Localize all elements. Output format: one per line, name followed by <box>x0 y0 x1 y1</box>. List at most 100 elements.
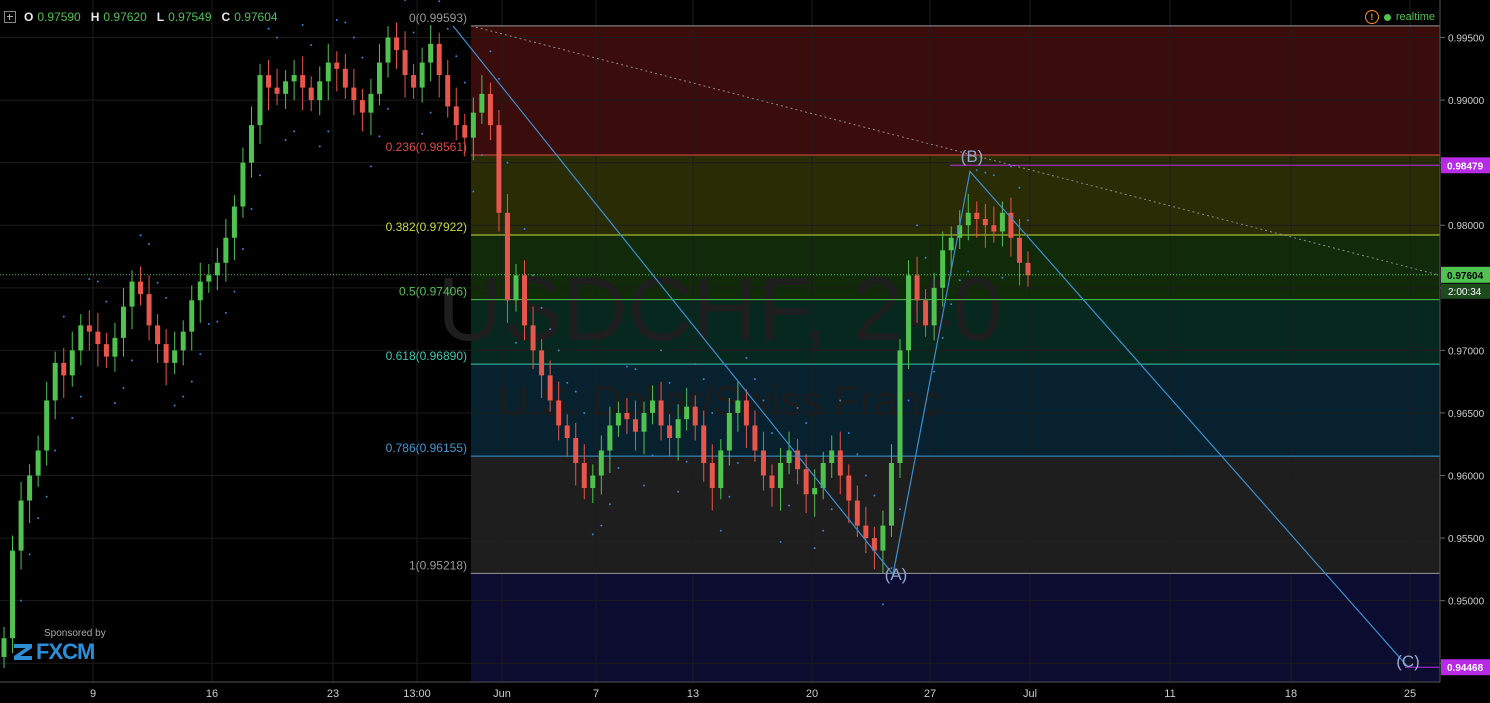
candle-body-119 <box>1016 237 1022 263</box>
status-dot-icon <box>1383 13 1391 21</box>
fib-label-2: 0.382(0.97922) <box>386 220 467 234</box>
candle-body-49 <box>419 62 425 88</box>
candle-body-0 <box>1 638 7 657</box>
sar-dot-64 <box>549 328 552 331</box>
candle-body-9 <box>78 325 84 351</box>
sar-dot-94 <box>805 421 808 424</box>
sar-dot-73 <box>625 365 628 368</box>
time-tick-label-0: 9 <box>90 688 96 700</box>
candle-body-115 <box>982 218 988 226</box>
sar-dot-58 <box>497 77 500 80</box>
sar-dot-23 <box>199 353 202 356</box>
candle-body-81 <box>692 406 698 426</box>
candle-body-95 <box>812 488 818 495</box>
sar-dot-66 <box>566 381 569 384</box>
candle-body-103 <box>880 525 886 551</box>
sar-dot-29 <box>250 207 253 210</box>
candle-body-87 <box>743 400 749 426</box>
candle-body-101 <box>863 525 869 539</box>
candle-body-40 <box>342 68 348 88</box>
candle-body-20 <box>172 350 178 363</box>
candle-body-62 <box>530 325 536 351</box>
sar-dot-62 <box>532 274 535 277</box>
fxcm-z-icon <box>14 644 32 660</box>
candle-body-86 <box>735 400 741 413</box>
candle-body-108 <box>923 300 929 326</box>
sar-dot-93 <box>796 406 799 409</box>
candle-body-5 <box>44 400 50 451</box>
candle-body-67 <box>573 437 579 464</box>
sar-dot-79 <box>677 490 680 493</box>
candle-body-113 <box>965 212 971 226</box>
candle-body-47 <box>402 50 408 76</box>
fib-label-4: 0.618(0.96890) <box>386 349 467 363</box>
candle-body-52 <box>445 75 451 107</box>
sar-dot-59 <box>506 161 509 164</box>
candle-body-38 <box>325 62 331 82</box>
candle-body-7 <box>61 362 67 376</box>
candle-body-6 <box>52 362 58 401</box>
candle-body-99 <box>846 475 852 501</box>
sar-dot-19 <box>165 296 168 299</box>
expand-icon[interactable] <box>4 11 16 23</box>
sar-dot-45 <box>387 107 389 110</box>
candle-body-32 <box>274 87 280 94</box>
candle-body-53 <box>453 106 459 126</box>
sar-dot-15 <box>131 359 133 362</box>
sar-dot-108 <box>924 256 927 259</box>
ohlc-open-value: 0.97590 <box>37 10 81 24</box>
sar-dot-83 <box>711 411 714 414</box>
sar-dot-27 <box>233 290 236 293</box>
sar-dot-42 <box>361 56 364 59</box>
candle-body-117 <box>999 212 1005 232</box>
candle-body-64 <box>547 375 553 401</box>
ohlc-close-label: C <box>221 10 231 24</box>
sar-dot-38 <box>327 130 330 133</box>
candle-body-74 <box>632 419 638 432</box>
price-tick-label-3: 0.98000 <box>1448 221 1485 232</box>
fib-label-0: 0(0.99593) <box>409 11 467 25</box>
countdown-text: 2:00:34 <box>1448 287 1482 298</box>
sar-dot-14 <box>122 386 125 389</box>
chart-stage[interactable]: USDCHF, 240 U.S. Dollar/Swiss Franc 0(0.99… <box>0 0 1490 703</box>
sar-dot-12 <box>105 300 108 303</box>
candle-body-116 <box>991 225 997 232</box>
sar-dot-92 <box>788 504 791 507</box>
candle-body-43 <box>368 93 374 113</box>
candle-body-83 <box>709 463 715 489</box>
sar-dot-120 <box>1027 219 1029 222</box>
candle-body-41 <box>351 87 357 101</box>
sar-dot-113 <box>967 270 970 273</box>
sar-dot-87 <box>745 356 748 359</box>
warning-icon[interactable]: ! <box>1364 10 1379 24</box>
price-tick-label-0: 0.99500 <box>1448 34 1485 45</box>
sar-dot-101 <box>864 474 867 477</box>
candle-body-11 <box>95 331 101 345</box>
fib-label-5: 0.786(0.96155) <box>386 441 467 455</box>
candle-body-35 <box>300 75 306 88</box>
candle-body-88 <box>752 425 758 451</box>
candle-body-33 <box>283 81 289 94</box>
sar-dot-17 <box>148 243 151 246</box>
realtime-indicator[interactable]: ! realtime <box>1364 10 1435 24</box>
sar-dot-37 <box>318 145 321 148</box>
candle-body-26 <box>223 237 229 263</box>
time-tick-label-8: 27 <box>924 688 936 700</box>
sar-dot-35 <box>301 24 304 27</box>
candle-body-45 <box>385 37 391 63</box>
price-tick-label-7: 0.96000 <box>1448 472 1485 483</box>
candle-body-72 <box>615 412 621 426</box>
sar-dot-80 <box>685 460 688 463</box>
fib-zone-6 <box>471 573 1440 682</box>
sar-dot-57 <box>489 50 492 53</box>
candle-body-25 <box>214 262 220 276</box>
sar-dot-7 <box>62 315 65 318</box>
sar-dot-102 <box>873 494 876 497</box>
sponsor-block[interactable]: Sponsored by FXCM <box>14 628 106 665</box>
sar-dot-25 <box>216 320 219 323</box>
candle-body-50 <box>428 43 434 63</box>
candle-body-92 <box>786 450 792 464</box>
price-chart[interactable]: USDCHF, 240U.S. Dollar/Swiss Franc0(0.99… <box>0 0 1490 703</box>
candle-body-28 <box>240 162 246 207</box>
candle-body-77 <box>658 400 664 426</box>
